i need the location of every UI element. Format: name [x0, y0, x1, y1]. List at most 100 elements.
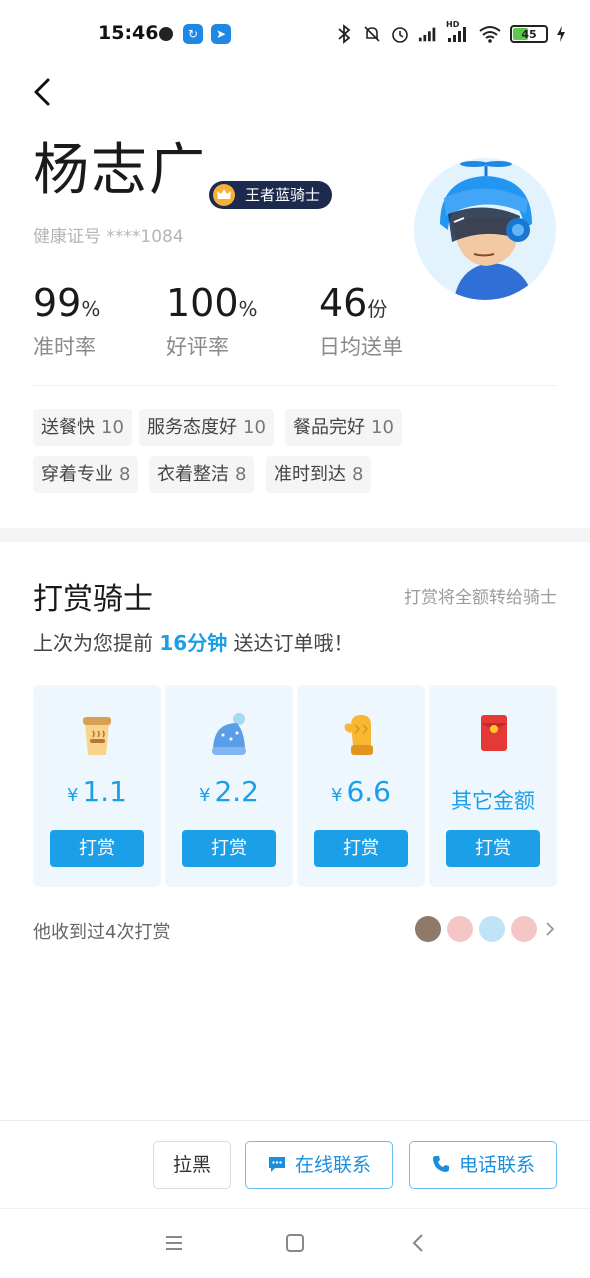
online-contact-label: 在线联系 — [294, 1154, 371, 1176]
home-icon[interactable] — [283, 1231, 307, 1255]
divider — [33, 385, 557, 386]
tag-label: 餐品完好 — [293, 417, 365, 438]
mitten-icon — [341, 711, 381, 759]
coffee-cup-icon — [77, 711, 117, 759]
amount-value: 1.1 — [82, 775, 127, 808]
crown-icon — [213, 184, 235, 206]
bluetooth-icon — [334, 24, 354, 44]
currency-symbol: ¥ — [199, 785, 211, 806]
app-notification-icon: ↻ — [183, 24, 203, 44]
tip-hint: 打赏将全额转给骑士 — [404, 588, 557, 608]
tag-label: 送餐快 — [41, 417, 95, 438]
tip-option-card[interactable]: ¥2.2 打赏 — [165, 685, 293, 887]
review-tag: 服务态度好 10 — [139, 409, 274, 446]
stat-on-time: 99% 准时率 — [33, 283, 100, 361]
mute-icon — [362, 24, 382, 44]
charging-icon — [556, 24, 566, 44]
review-tag: 准时到达 8 — [266, 456, 372, 493]
app-notification-icon: ➤ — [211, 24, 231, 44]
tip-button[interactable]: 打赏 — [50, 830, 144, 867]
online-contact-button[interactable]: 在线联系 — [245, 1141, 393, 1189]
back-nav-icon[interactable] — [406, 1231, 430, 1255]
tip-option-card[interactable]: ¥6.6 打赏 — [297, 685, 425, 887]
block-button[interactable]: 拉黑 — [153, 1141, 231, 1189]
signal-icon — [418, 24, 438, 44]
stat-value: 46 — [319, 281, 368, 325]
currency-symbol: ¥ — [67, 785, 79, 806]
chat-icon — [267, 1145, 287, 1172]
hd-label: HD — [446, 20, 460, 29]
amount-value: 6.6 — [346, 775, 391, 808]
review-tag: 送餐快 10 — [33, 409, 132, 446]
phone-icon — [431, 1145, 451, 1172]
battery-icon: 45 — [510, 25, 548, 43]
stat-value: 100 — [166, 281, 239, 325]
stat-label: 准时率 — [33, 335, 96, 359]
desc-suffix: 送达订单哦！ — [227, 631, 354, 655]
phone-contact-label: 电话联系 — [458, 1154, 535, 1176]
tip-button[interactable]: 打赏 — [446, 830, 540, 867]
tip-option-card[interactable]: 其它金额 打赏 — [429, 685, 557, 887]
system-nav-bar — [0, 1208, 590, 1278]
tipper-avatar — [511, 916, 537, 942]
other-amount-label: 其它金额 — [451, 789, 535, 813]
tip-option-card[interactable]: ¥1.1 打赏 — [33, 685, 161, 887]
rider-stats: 99% 准时率 100% 好评率 46份 日均送单 — [33, 283, 553, 363]
record-dot-icon — [159, 27, 173, 41]
stat-good-rating: 100% 好评率 — [166, 283, 258, 361]
stat-daily-orders: 46份 日均送单 — [319, 283, 403, 361]
status-time: 15:46 — [98, 22, 159, 44]
review-tag: 衣着整洁 8 — [149, 456, 255, 493]
knit-hat-icon — [209, 711, 249, 759]
stat-label: 好评率 — [166, 335, 229, 359]
stat-label: 日均送单 — [319, 335, 403, 359]
currency-symbol: ¥ — [331, 785, 343, 806]
rider-level-badge: 王者蓝骑士 — [209, 181, 333, 209]
alarm-icon — [390, 24, 410, 44]
badge-label: 王者蓝骑士 — [245, 186, 321, 204]
stat-value: 99 — [33, 281, 82, 325]
tag-count: 8 — [119, 464, 131, 485]
tip-button[interactable]: 打赏 — [182, 830, 276, 867]
tippers-list[interactable] — [415, 915, 557, 943]
amount-value: 2.2 — [214, 775, 259, 808]
tip-button[interactable]: 打赏 — [314, 830, 408, 867]
stat-unit: % — [81, 297, 101, 321]
back-button[interactable] — [28, 76, 60, 108]
tag-count: 10 — [101, 417, 124, 438]
tip-section-title: 打赏骑士 — [33, 582, 153, 617]
tip-amount: ¥1.1 — [33, 775, 161, 808]
status-bar: 15:46 ↻ ➤ HD 45 — [0, 0, 590, 70]
wifi-icon — [478, 24, 502, 44]
chevron-right-icon — [543, 919, 557, 939]
tag-count: 8 — [235, 464, 247, 485]
tag-count: 8 — [352, 464, 364, 485]
tag-label: 穿着专业 — [41, 464, 113, 485]
rider-avatar — [414, 158, 556, 300]
status-icons: HD 45 — [334, 20, 566, 46]
signal-hd-icon: HD — [446, 20, 470, 44]
phone-contact-button[interactable]: 电话联系 — [409, 1141, 557, 1189]
review-tag: 穿着专业 8 — [33, 456, 139, 493]
tip-amount: ¥6.6 — [297, 775, 425, 808]
tip-options: ¥1.1 打赏 ¥2.2 打赏 ¥6.6 打赏 其它金额 打赏 — [33, 685, 557, 887]
desc-prefix: 上次为您提前 — [33, 631, 160, 655]
tip-description: 上次为您提前 16分钟 送达订单哦！ — [33, 627, 354, 656]
tip-amount: ¥2.2 — [165, 775, 293, 808]
stat-unit: 份 — [367, 297, 388, 321]
tag-count: 10 — [243, 417, 266, 438]
tag-label: 衣着整洁 — [157, 464, 229, 485]
battery-level: 45 — [521, 27, 537, 41]
stat-unit: % — [238, 297, 258, 321]
tag-label: 准时到达 — [274, 464, 346, 485]
red-envelope-icon — [473, 711, 513, 759]
section-separator — [0, 528, 590, 542]
menu-icon[interactable] — [162, 1231, 186, 1255]
tag-label: 服务态度好 — [147, 417, 237, 438]
bottom-action-bar: 拉黑 在线联系 电话联系 — [0, 1120, 590, 1208]
tips-received-text: 他收到过4次打赏 — [33, 922, 171, 943]
health-certificate: 健康证号 ****1084 — [33, 227, 184, 247]
tag-count: 10 — [371, 417, 394, 438]
rider-name: 杨志广 — [33, 138, 207, 203]
tipper-avatar — [447, 916, 473, 942]
